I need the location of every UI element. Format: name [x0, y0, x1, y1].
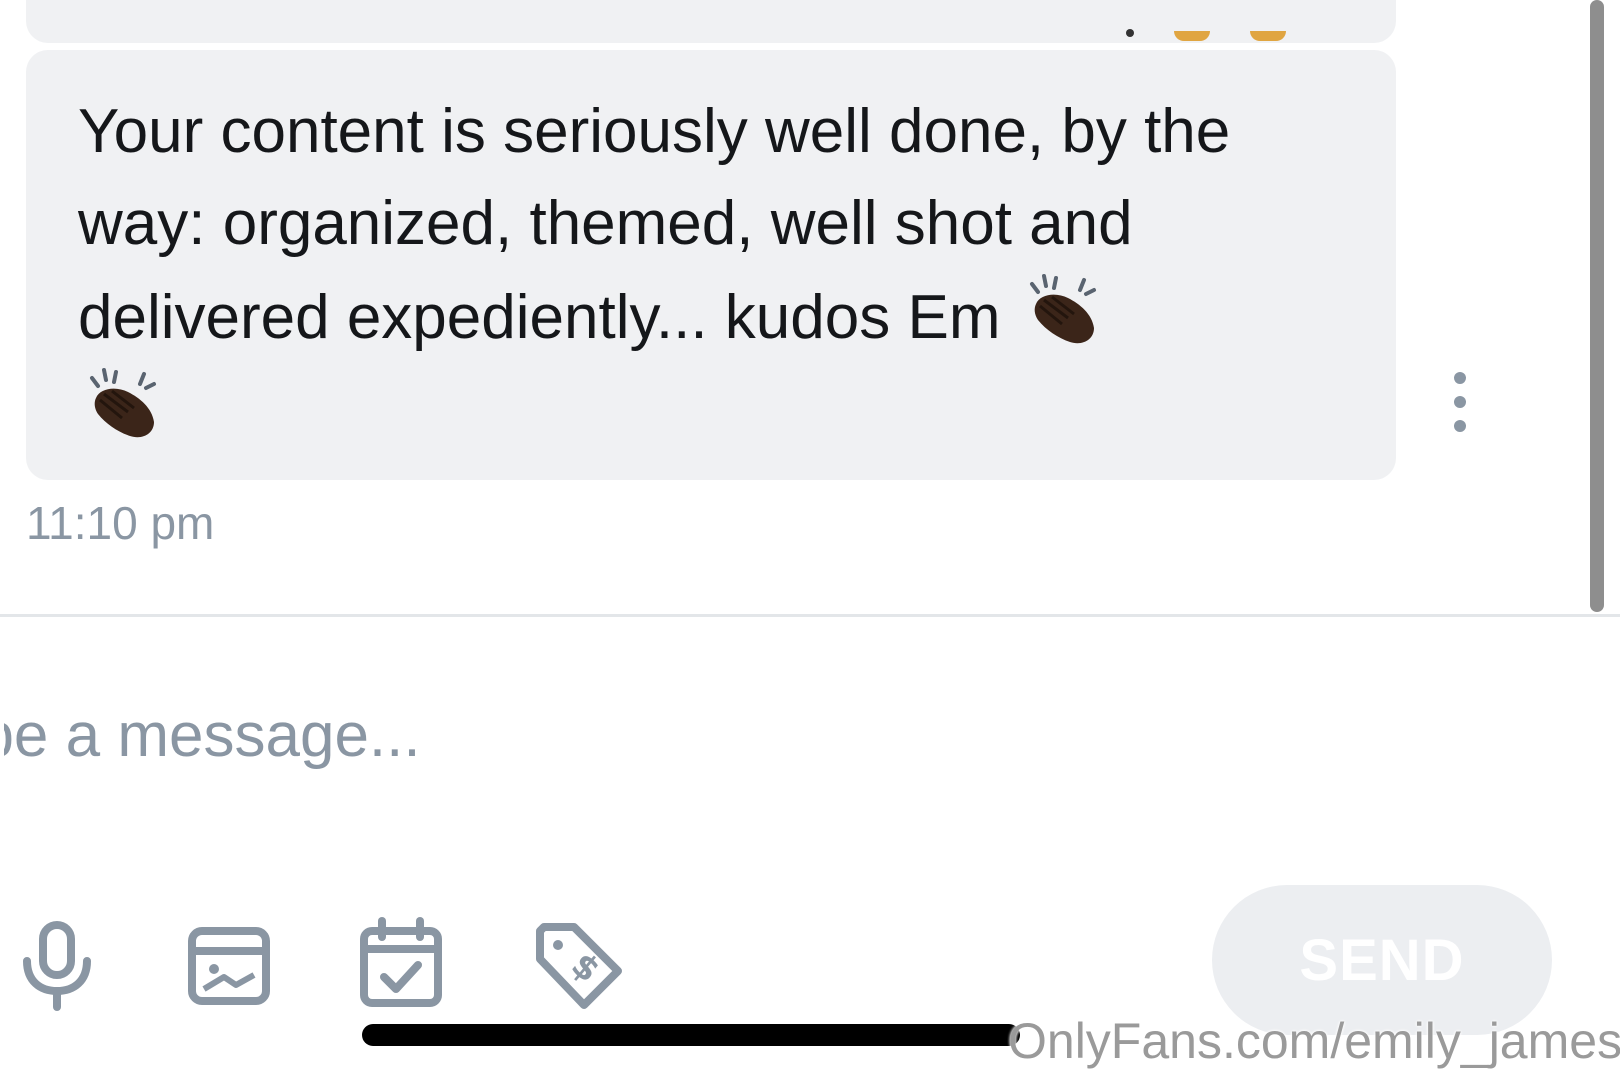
message-input[interactable]: [0, 690, 1184, 780]
message-bubble: Your content is seriously well done, by …: [26, 50, 1396, 480]
previous-message-bubble: [26, 0, 1396, 43]
price-tag-icon[interactable]: $: [532, 915, 622, 1015]
emoji-peek: [1126, 29, 1286, 41]
scrollbar[interactable]: [1590, 0, 1604, 612]
message-timestamp: 11:10 pm: [26, 497, 215, 549]
clapping-hands-icon: [1022, 270, 1100, 346]
message-content: Your content is seriously well done, by …: [78, 86, 1338, 458]
clapping-hands-icon: [82, 364, 160, 440]
message-more-options-icon[interactable]: [1445, 372, 1475, 432]
home-indicator: [362, 1024, 1020, 1046]
calendar-check-icon[interactable]: [356, 915, 446, 1015]
chat-screen: Your content is seriously well done, by …: [0, 0, 1620, 1080]
watermark: OnlyFans.com/emily_james: [1008, 1013, 1620, 1069]
microphone-icon[interactable]: [12, 915, 102, 1015]
image-icon[interactable]: [184, 915, 274, 1015]
composer-divider: [0, 614, 1620, 617]
